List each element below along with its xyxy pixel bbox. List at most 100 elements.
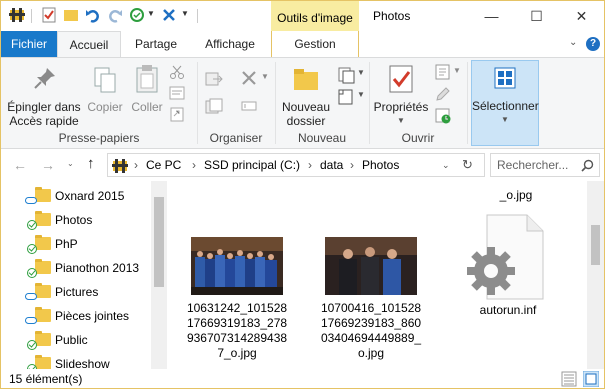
ribbon-tabs: Fichier Accueil Partage Affichage Gestio… [1,31,604,57]
file-item-autorun[interactable]: autorun.inf [453,211,557,321]
forward-icon[interactable]: → [41,157,55,173]
tree-item-pianothon[interactable]: Pianothon 2013 [1,256,151,280]
cloud-status-icon [25,197,37,204]
cloud-status-icon [25,293,37,300]
tree-item-public[interactable]: Public [1,328,151,352]
address-history-icon[interactable]: ⌄ [442,160,450,171]
easy-access-icon[interactable] [337,88,355,106]
open-dropdown-icon[interactable]: ▼ [453,66,461,75]
pin-quick-access-button[interactable]: Épingler dans Accès rapide [3,60,85,128]
select-grid-icon [494,67,516,89]
minimize-button[interactable]: — [469,1,514,31]
close-button[interactable]: ✕ [559,1,604,31]
synced-status-icon [27,220,37,230]
new-folder-button[interactable]: Nouveau dossier [279,60,333,128]
collapse-ribbon-icon[interactable]: ⌄ [569,37,577,48]
open-icon[interactable] [435,64,451,80]
maximize-button[interactable]: ☐ [514,1,559,31]
copy-path-icon[interactable] [169,86,185,100]
properties-button[interactable]: Propriétés ▼ [371,60,431,128]
redo-icon[interactable] [107,7,123,23]
large-icons-view-icon[interactable] [583,371,599,387]
properties-label: Propriétés [373,100,429,114]
copy-label: Copier [87,100,123,114]
breadcrumb-separator-icon: › [308,158,312,172]
delete-ribbon-icon[interactable] [241,70,257,86]
properties-dropdown-icon: ▼ [397,116,405,125]
breadcrumb-separator-icon: › [350,158,354,172]
up-icon[interactable]: ↑ [87,155,95,172]
tree-item-oxnard[interactable]: Oxnard 2015 [1,184,151,208]
window-title: Photos [373,9,411,23]
ribbon-separator [467,62,468,144]
tree-item-pictures[interactable]: Pictures [1,280,151,304]
tree-item-attachments[interactable]: Pièces jointes [1,304,151,328]
delete-dropdown-icon[interactable]: ▼ [261,72,269,81]
delete-icon[interactable] [161,7,177,23]
file-name-line: 10700416_101528 [320,301,422,315]
search-box[interactable]: Rechercher... [490,153,600,177]
new-folder-quick-icon[interactable] [63,7,79,23]
settings-file-icon [467,214,544,300]
file-name[interactable]: _o.jpg [471,188,561,203]
new-item-icon[interactable] [337,66,355,84]
tab-view[interactable]: Affichage [195,31,265,57]
file-item-photo-1[interactable]: 10631242_101528 17669319183_278 93670731… [185,231,287,363]
tree-item-slideshow[interactable]: Slideshow [1,352,151,369]
tree-item-label: Pictures [55,285,99,299]
help-icon[interactable]: ? [586,37,600,51]
file-item-photo-2[interactable]: 10700416_101528 17669239183_860 03404694… [319,231,421,363]
cut-icon[interactable] [169,64,185,80]
properties-quick-icon[interactable] [41,7,57,23]
breadcrumb-photos[interactable]: Photos [362,158,399,172]
search-input[interactable]: Rechercher... [497,158,568,172]
new-folder-label-2: dossier [286,114,326,128]
copy-to-icon[interactable] [205,98,223,116]
file-name-line: o.jpg [357,346,385,360]
tab-share[interactable]: Partage [127,31,185,57]
breadcrumb-separator-icon: › [192,158,196,172]
tree-item-label: Pièces jointes [55,309,130,323]
tree-item-php[interactable]: PhP [1,232,151,256]
tree-scrollbar[interactable] [151,181,167,369]
easy-access-dropdown-icon[interactable]: ▼ [357,90,365,99]
pin-label-1: Épingler dans [7,100,81,114]
breadcrumb-data[interactable]: data [320,158,343,172]
address-bar[interactable]: › Ce PC › SSD principal (C:) › data › Ph… [107,153,485,177]
image-tools-context-tab: Outils d'image [271,1,359,31]
navigation-tree: Oxnard 2015 Photos PhP Pianothon 2013 Pi… [1,181,167,369]
history-icon[interactable] [435,108,451,124]
file-view-scrollbar-thumb[interactable] [591,225,600,265]
synced-status-icon [27,268,37,278]
new-item-dropdown-icon[interactable]: ▼ [357,68,365,77]
sync-icon[interactable] [129,7,145,23]
file-view-scrollbar[interactable] [587,181,604,369]
tree-item-label: Pianothon 2013 [55,261,140,275]
tree-item-label: Public [55,333,88,347]
back-icon[interactable]: ← [13,157,27,173]
folder-icon [35,259,51,274]
breadcrumb-this-pc[interactable]: Ce PC [146,158,181,172]
details-view-icon[interactable] [561,371,577,387]
refresh-icon[interactable]: ↻ [462,157,473,173]
undo-icon[interactable] [85,7,101,23]
paste-button[interactable]: Coller [127,60,167,128]
file-name-line: 17669239183_860 [320,316,422,330]
rename-icon[interactable] [241,98,257,114]
tab-home[interactable]: Accueil [57,31,121,57]
chevron-down-icon[interactable]: ▼ [147,9,155,18]
customize-toolbar-icon[interactable]: ▼ [181,9,189,18]
select-button[interactable]: Sélectionner ▼ [471,60,539,146]
tab-file[interactable]: Fichier [1,31,57,57]
edit-icon[interactable] [435,86,451,102]
paste-shortcut-icon[interactable] [169,106,185,122]
search-icon[interactable] [581,159,594,172]
tab-manage[interactable]: Gestion [271,31,359,57]
copy-button[interactable]: Copier [85,60,125,128]
move-to-icon[interactable] [205,70,223,88]
select-label: Sélectionner [472,99,539,113]
breadcrumb-ssd[interactable]: SSD principal (C:) [204,158,300,172]
recent-locations-icon[interactable]: ⌄ [67,159,74,168]
tree-item-photos[interactable]: Photos [1,208,151,232]
tree-scrollbar-thumb[interactable] [154,197,164,287]
